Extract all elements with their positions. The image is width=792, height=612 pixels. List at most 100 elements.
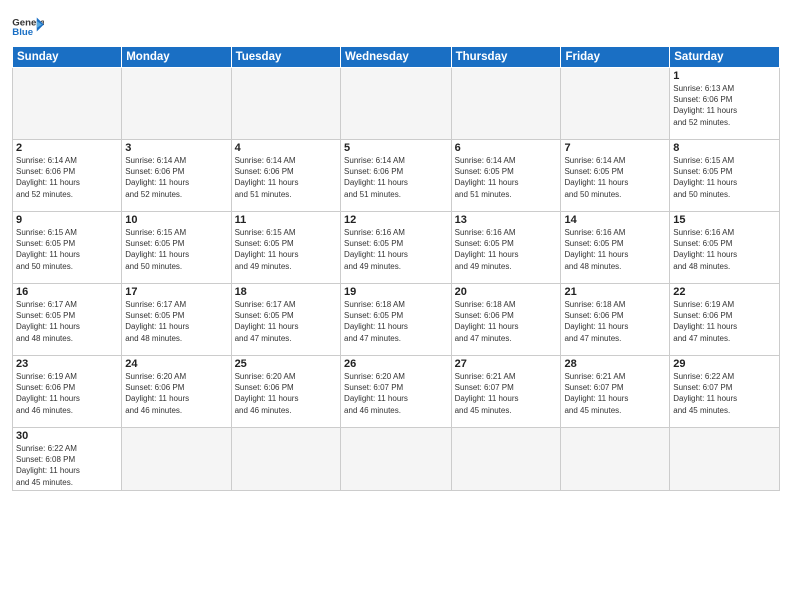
- calendar-day-cell: [341, 428, 452, 491]
- day-info: Sunrise: 6:15 AM Sunset: 6:05 PM Dayligh…: [125, 227, 227, 272]
- calendar-day-cell: 10Sunrise: 6:15 AM Sunset: 6:05 PM Dayli…: [122, 212, 231, 284]
- calendar-day-cell: 22Sunrise: 6:19 AM Sunset: 6:06 PM Dayli…: [670, 284, 780, 356]
- day-info: Sunrise: 6:16 AM Sunset: 6:05 PM Dayligh…: [455, 227, 558, 272]
- calendar-week-row: 2Sunrise: 6:14 AM Sunset: 6:06 PM Daylig…: [13, 140, 780, 212]
- calendar-day-cell: [561, 428, 670, 491]
- calendar-week-row: 9 Sunrise: 6:15 AM Sunset: 6:05 PM Daylig…: [13, 212, 780, 284]
- calendar-day-cell: [451, 68, 561, 140]
- day-number: 10: [125, 214, 227, 226]
- calendar-day-cell: [231, 428, 340, 491]
- page: General Blue SundayMondayTuesdayWednesda…: [0, 0, 792, 612]
- day-info: Sunrise: 6:13 AM Sunset: 6:06 PM Dayligh…: [673, 83, 776, 128]
- calendar-day-cell: [122, 68, 231, 140]
- calendar-day-cell: 7Sunrise: 6:14 AM Sunset: 6:05 PM Daylig…: [561, 140, 670, 212]
- day-number: 23: [16, 358, 118, 370]
- day-number: 22: [673, 286, 776, 298]
- day-number: 19: [344, 286, 448, 298]
- logo: General Blue: [12, 14, 44, 42]
- day-number: 30: [16, 430, 118, 442]
- day-number: 14: [564, 214, 666, 226]
- calendar-week-row: 30Sunrise: 6:22 AM Sunset: 6:08 PM Dayli…: [13, 428, 780, 491]
- day-info: Sunrise: 6:20 AM Sunset: 6:06 PM Dayligh…: [125, 371, 227, 416]
- day-number: 4: [235, 142, 337, 154]
- day-number: 8: [673, 142, 776, 154]
- calendar-day-cell: [561, 68, 670, 140]
- calendar-day-cell: 20Sunrise: 6:18 AM Sunset: 6:06 PM Dayli…: [451, 284, 561, 356]
- day-number: 15: [673, 214, 776, 226]
- day-number: 3: [125, 142, 227, 154]
- day-info: Sunrise: 6:14 AM Sunset: 6:06 PM Dayligh…: [16, 155, 118, 200]
- day-info: Sunrise: 6:15 AM Sunset: 6:05 PM Dayligh…: [673, 155, 776, 200]
- day-info: Sunrise: 6:22 AM Sunset: 6:07 PM Dayligh…: [673, 371, 776, 416]
- day-info: Sunrise: 6:16 AM Sunset: 6:05 PM Dayligh…: [673, 227, 776, 272]
- calendar-day-header: Sunday: [13, 47, 122, 68]
- calendar-day-cell: [13, 68, 122, 140]
- calendar-day-cell: 6Sunrise: 6:14 AM Sunset: 6:05 PM Daylig…: [451, 140, 561, 212]
- day-number: 20: [455, 286, 558, 298]
- day-number: 18: [235, 286, 337, 298]
- calendar-day-cell: 21Sunrise: 6:18 AM Sunset: 6:06 PM Dayli…: [561, 284, 670, 356]
- calendar-day-header: Wednesday: [341, 47, 452, 68]
- calendar-day-cell: 11Sunrise: 6:15 AM Sunset: 6:05 PM Dayli…: [231, 212, 340, 284]
- header: General Blue: [12, 10, 780, 42]
- calendar-day-cell: 9Sunrise: 6:15 AM Sunset: 6:05 PM Daylig…: [13, 212, 122, 284]
- calendar-day-cell: 14Sunrise: 6:16 AM Sunset: 6:05 PM Dayli…: [561, 212, 670, 284]
- day-number: 2: [16, 142, 118, 154]
- day-info: Sunrise: 6:15 AM Sunset: 6:05 PM Dayligh…: [235, 227, 337, 272]
- day-info: Sunrise: 6:14 AM Sunset: 6:06 PM Dayligh…: [235, 155, 337, 200]
- day-number: 25: [235, 358, 337, 370]
- day-info: Sunrise: 6:14 AM Sunset: 6:06 PM Dayligh…: [344, 155, 448, 200]
- calendar-week-row: 16Sunrise: 6:17 AM Sunset: 6:05 PM Dayli…: [13, 284, 780, 356]
- calendar-day-cell: 17Sunrise: 6:17 AM Sunset: 6:05 PM Dayli…: [122, 284, 231, 356]
- calendar-day-header: Friday: [561, 47, 670, 68]
- day-info: Sunrise: 6:17 AM Sunset: 6:05 PM Dayligh…: [16, 299, 118, 344]
- day-number: 29: [673, 358, 776, 370]
- day-info: Sunrise: 6:21 AM Sunset: 6:07 PM Dayligh…: [564, 371, 666, 416]
- day-number: 24: [125, 358, 227, 370]
- calendar-day-cell: 24Sunrise: 6:20 AM Sunset: 6:06 PM Dayli…: [122, 356, 231, 428]
- calendar-day-cell: [122, 428, 231, 491]
- day-number: 1: [673, 70, 776, 82]
- calendar-day-cell: 4Sunrise: 6:14 AM Sunset: 6:06 PM Daylig…: [231, 140, 340, 212]
- calendar-day-header: Saturday: [670, 47, 780, 68]
- day-info: Sunrise: 6:16 AM Sunset: 6:05 PM Dayligh…: [564, 227, 666, 272]
- calendar-day-cell: 16Sunrise: 6:17 AM Sunset: 6:05 PM Dayli…: [13, 284, 122, 356]
- calendar-day-cell: 28Sunrise: 6:21 AM Sunset: 6:07 PM Dayli…: [561, 356, 670, 428]
- day-info: Sunrise: 6:17 AM Sunset: 6:05 PM Dayligh…: [125, 299, 227, 344]
- day-number: 5: [344, 142, 448, 154]
- day-number: 21: [564, 286, 666, 298]
- day-info: Sunrise: 6:14 AM Sunset: 6:05 PM Dayligh…: [455, 155, 558, 200]
- svg-text:Blue: Blue: [12, 27, 33, 38]
- day-info: Sunrise: 6:17 AM Sunset: 6:05 PM Dayligh…: [235, 299, 337, 344]
- calendar-day-cell: 30Sunrise: 6:22 AM Sunset: 6:08 PM Dayli…: [13, 428, 122, 491]
- day-number: 7: [564, 142, 666, 154]
- calendar-day-header: Monday: [122, 47, 231, 68]
- day-info: Sunrise: 6:14 AM Sunset: 6:06 PM Dayligh…: [125, 155, 227, 200]
- calendar-day-cell: 27Sunrise: 6:21 AM Sunset: 6:07 PM Dayli…: [451, 356, 561, 428]
- day-info: Sunrise: 6:18 AM Sunset: 6:06 PM Dayligh…: [564, 299, 666, 344]
- day-number: 13: [455, 214, 558, 226]
- day-info: Sunrise: 6:21 AM Sunset: 6:07 PM Dayligh…: [455, 371, 558, 416]
- calendar-day-cell: 23Sunrise: 6:19 AM Sunset: 6:06 PM Dayli…: [13, 356, 122, 428]
- day-info: Sunrise: 6:20 AM Sunset: 6:07 PM Dayligh…: [344, 371, 448, 416]
- calendar-week-row: 1Sunrise: 6:13 AM Sunset: 6:06 PM Daylig…: [13, 68, 780, 140]
- day-info: Sunrise: 6:19 AM Sunset: 6:06 PM Dayligh…: [673, 299, 776, 344]
- day-info: Sunrise: 6:14 AM Sunset: 6:05 PM Dayligh…: [564, 155, 666, 200]
- day-info: Sunrise: 6:18 AM Sunset: 6:05 PM Dayligh…: [344, 299, 448, 344]
- day-info: Sunrise: 6:20 AM Sunset: 6:06 PM Dayligh…: [235, 371, 337, 416]
- calendar-day-cell: 12Sunrise: 6:16 AM Sunset: 6:05 PM Dayli…: [341, 212, 452, 284]
- calendar-day-cell: [341, 68, 452, 140]
- day-info: Sunrise: 6:19 AM Sunset: 6:06 PM Dayligh…: [16, 371, 118, 416]
- day-number: 9: [16, 214, 118, 226]
- calendar-day-cell: [670, 428, 780, 491]
- calendar-header-row: SundayMondayTuesdayWednesdayThursdayFrid…: [13, 47, 780, 68]
- calendar-day-cell: 13Sunrise: 6:16 AM Sunset: 6:05 PM Dayli…: [451, 212, 561, 284]
- calendar: SundayMondayTuesdayWednesdayThursdayFrid…: [12, 46, 780, 491]
- calendar-day-cell: 1Sunrise: 6:13 AM Sunset: 6:06 PM Daylig…: [670, 68, 780, 140]
- calendar-day-header: Thursday: [451, 47, 561, 68]
- day-number: 26: [344, 358, 448, 370]
- day-number: 27: [455, 358, 558, 370]
- calendar-day-cell: 19Sunrise: 6:18 AM Sunset: 6:05 PM Dayli…: [341, 284, 452, 356]
- calendar-day-cell: 8Sunrise: 6:15 AM Sunset: 6:05 PM Daylig…: [670, 140, 780, 212]
- day-number: 6: [455, 142, 558, 154]
